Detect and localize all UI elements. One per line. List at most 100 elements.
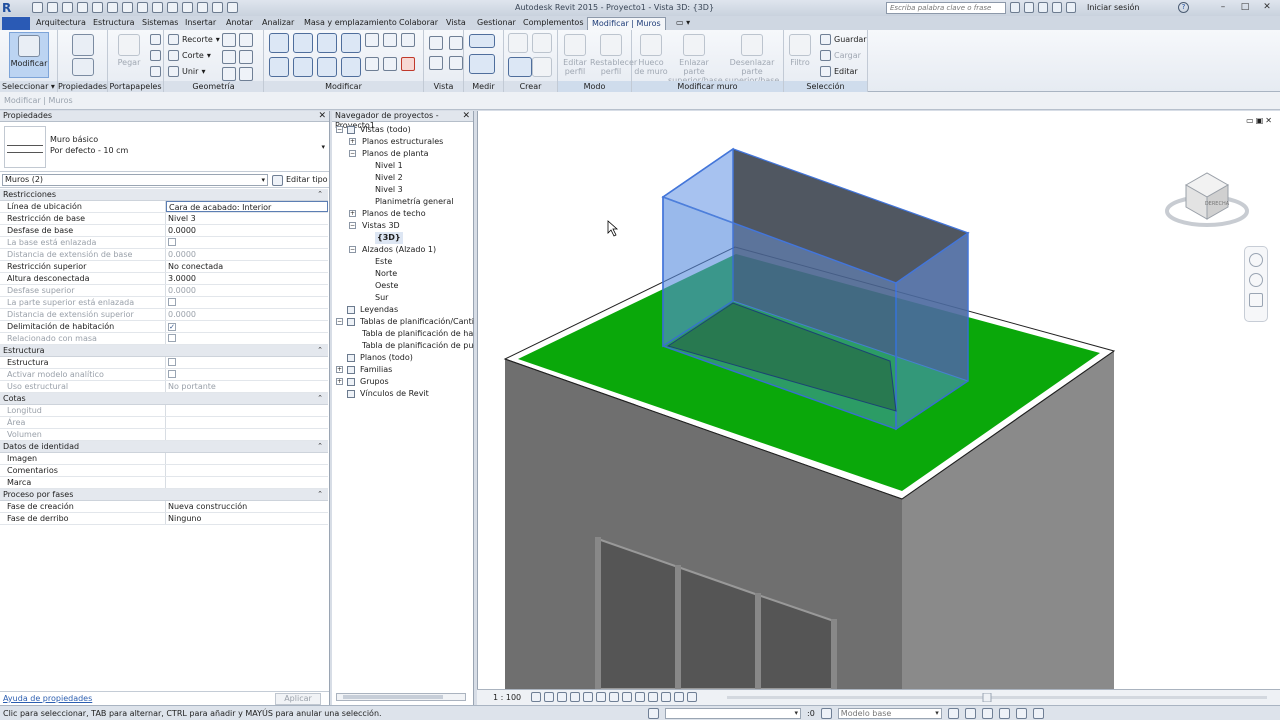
copy-to-clipboard[interactable] — [150, 49, 161, 62]
undo-icon[interactable] — [77, 2, 88, 13]
delete-icon[interactable] — [401, 57, 415, 71]
expand-icon[interactable]: + — [349, 210, 356, 217]
tree-node[interactable]: {3D} — [332, 232, 474, 244]
viewcube[interactable]: DERECHA — [1164, 163, 1250, 233]
print-icon[interactable] — [107, 2, 118, 13]
property-value[interactable]: Nivel 3 — [166, 213, 328, 224]
worksets-icon[interactable] — [648, 708, 659, 719]
steering-wheel-icon[interactable] — [1249, 253, 1263, 267]
section-icon[interactable] — [182, 2, 193, 13]
save-selection-button[interactable]: Guardar — [820, 33, 867, 46]
property-value[interactable] — [166, 477, 328, 488]
lock-view-icon[interactable] — [622, 692, 632, 702]
open-icon[interactable] — [32, 2, 43, 13]
edit-selection-button[interactable]: Editar — [820, 65, 858, 78]
view-scale[interactable]: 1 : 100 — [493, 693, 521, 702]
match-type[interactable] — [150, 65, 161, 78]
apply-button[interactable]: Aplicar — [275, 693, 321, 705]
create-group-icon[interactable] — [508, 57, 532, 77]
property-checkbox[interactable]: ✓ — [166, 321, 328, 332]
properties-button[interactable] — [63, 34, 103, 76]
favorites-icon[interactable] — [1052, 2, 1062, 13]
shadows-icon[interactable] — [570, 692, 580, 702]
file-menu-button[interactable] — [2, 17, 30, 30]
close-icon[interactable]: ✕ — [462, 111, 470, 121]
crop-region-icon[interactable] — [609, 692, 619, 702]
similar-icon[interactable] — [532, 57, 552, 77]
rotate-icon[interactable] — [317, 57, 337, 77]
sync-icon[interactable] — [62, 2, 73, 13]
aligned-dim-icon[interactable] — [469, 54, 495, 74]
tab-vista[interactable]: Vista — [442, 17, 470, 30]
tab-masa-emplazamiento[interactable]: Masa y emplazamiento — [300, 17, 401, 30]
create-parts-icon[interactable] — [532, 33, 552, 53]
copy-element-icon[interactable] — [293, 57, 313, 77]
help-icon[interactable]: ? — [1178, 2, 1189, 13]
tree-node[interactable]: Leyendas — [332, 304, 474, 316]
user-icon[interactable] — [1066, 2, 1076, 13]
design-options-icon[interactable] — [820, 708, 832, 719]
tree-node[interactable]: − Vistas (todo) — [332, 124, 474, 136]
close-view-icon[interactable]: ✕ — [1265, 116, 1272, 125]
panel-title-seleccionar[interactable]: Seleccionar ▾ — [0, 81, 57, 92]
modify-button[interactable]: Modificar — [9, 32, 49, 78]
tab-modificar-muros[interactable]: Modificar | Muros — [587, 17, 666, 30]
restore-view-icon[interactable]: ▭ — [1246, 116, 1254, 125]
align-icon[interactable] — [269, 33, 289, 53]
pin-icon[interactable] — [401, 33, 415, 47]
trim-extend-icon[interactable] — [341, 57, 361, 77]
property-value[interactable]: No conectada — [166, 261, 328, 272]
filter-button[interactable]: Filtro — [786, 32, 814, 78]
detail-level-icon[interactable] — [531, 692, 541, 702]
crop-view-icon[interactable] — [596, 692, 606, 702]
select-underlay-icon[interactable] — [964, 708, 976, 719]
move-icon[interactable] — [269, 57, 289, 77]
offset-icon[interactable] — [293, 33, 313, 53]
property-group[interactable]: Datos de identidad ⌃ — [0, 441, 328, 453]
split-icon[interactable] — [365, 33, 379, 47]
3d-view-icon[interactable] — [167, 2, 178, 13]
scale-icon[interactable] — [383, 57, 397, 71]
load-selection-button[interactable]: Cargar — [820, 49, 861, 62]
tab-insertar[interactable]: Insertar — [181, 17, 220, 30]
workset-select[interactable] — [665, 708, 801, 719]
wall-opening-button[interactable]: Hueco de muro — [634, 32, 668, 78]
save-icon[interactable] — [47, 2, 58, 13]
drag-elements-icon[interactable] — [1015, 708, 1027, 719]
property-value[interactable]: Ninguno — [166, 513, 328, 524]
unjoin-icon[interactable] — [239, 67, 253, 81]
tab-colaborar[interactable]: Colaborar — [395, 17, 442, 30]
tree-node[interactable]: + Planos de techo — [332, 208, 474, 220]
property-value[interactable]: 0.0000 — [166, 225, 328, 236]
paint-icon[interactable] — [222, 50, 236, 64]
property-value[interactable]: 3.0000 — [166, 273, 328, 284]
linework-icon[interactable] — [429, 56, 443, 70]
collapse-icon[interactable]: ⌃ — [317, 393, 323, 404]
property-group[interactable]: Proceso por fases ⌃ — [0, 489, 328, 501]
tab-complementos[interactable]: Complementos — [519, 17, 587, 30]
edit-profile-button[interactable]: Editar perfil — [558, 32, 592, 78]
type-selector[interactable]: Muro básico Por defecto - 10 cm ▾ — [0, 122, 329, 172]
search-input[interactable]: Escriba palabra clave o frase — [886, 2, 1006, 14]
tree-node[interactable]: Planos (todo) — [332, 352, 474, 364]
tab-anotar[interactable]: Anotar — [222, 17, 257, 30]
instance-filter-select[interactable]: Muros (2) — [2, 174, 268, 186]
tab-arquitectura[interactable]: Arquitectura — [32, 17, 90, 30]
collapse-icon[interactable]: − — [336, 318, 343, 325]
tab-estructura[interactable]: Estructura — [89, 17, 139, 30]
tree-node[interactable]: Sur — [332, 292, 474, 304]
browser-horizontal-scrollbar[interactable] — [336, 693, 466, 701]
edit-type-button[interactable]: Editar tipo — [272, 174, 328, 186]
hide-bulb-icon[interactable] — [429, 36, 443, 50]
tree-node[interactable]: Oeste — [332, 280, 474, 292]
expand-icon[interactable]: + — [336, 366, 343, 373]
text-icon[interactable] — [152, 2, 163, 13]
temporary-hide-icon[interactable] — [635, 692, 645, 702]
select-by-face-icon[interactable] — [998, 708, 1010, 719]
reset-profile-button[interactable]: Restablecer perfil — [590, 32, 637, 78]
sun-path-icon[interactable] — [557, 692, 567, 702]
collapse-icon[interactable]: ⌃ — [317, 189, 323, 200]
select-pinned-icon[interactable] — [981, 708, 993, 719]
join-button[interactable]: Unir ▾ — [168, 65, 205, 78]
collapse-icon[interactable]: − — [349, 222, 356, 229]
